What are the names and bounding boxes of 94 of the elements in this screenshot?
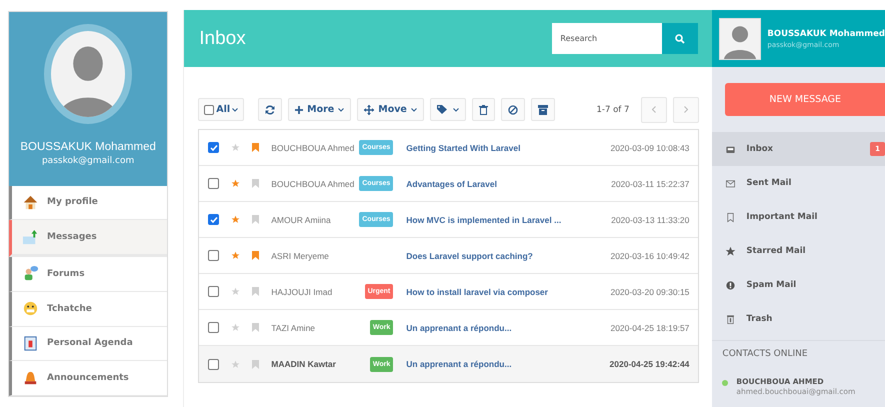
- page-title: Inbox: [199, 28, 246, 50]
- checkbox[interactable]: [208, 286, 220, 297]
- message-subject[interactable]: Un apprenant a répondu...: [406, 359, 592, 369]
- bookmark-icon[interactable]: [252, 251, 260, 260]
- star-icon[interactable]: [231, 287, 240, 296]
- contacts-heading: CONTACTS ONLINE: [712, 340, 885, 363]
- message-subject[interactable]: How to install laravel via composer: [406, 286, 592, 296]
- message-subject[interactable]: Getting Started With Laravel: [406, 142, 592, 152]
- checkbox[interactable]: [208, 142, 220, 153]
- star-icon[interactable]: [231, 251, 240, 260]
- folder-item[interactable]: Sent Mail: [712, 166, 885, 200]
- refresh-icon: [265, 104, 276, 114]
- bookmark-icon[interactable]: [252, 215, 260, 224]
- bookmark-icon[interactable]: [252, 287, 260, 296]
- delete-button[interactable]: [472, 98, 495, 121]
- sender-name: BOUCHBOUA Ahmed: [271, 178, 356, 188]
- star-icon[interactable]: [231, 143, 240, 152]
- folder-label: Important Mail: [746, 212, 818, 222]
- chevron-right-icon: [684, 106, 688, 113]
- profile-email: passkok@gmail.com: [42, 156, 134, 166]
- spam-button[interactable]: [500, 98, 525, 121]
- sender-name: BOUCHBOUA Ahmed: [271, 142, 356, 152]
- menu-item[interactable]: Announcements: [9, 361, 168, 396]
- tags-icon: [436, 105, 449, 114]
- folder-label: Spam Mail: [746, 280, 796, 290]
- message-date: 2020-03-13 11:33:20: [611, 214, 690, 224]
- folder-label: Sent Mail: [746, 178, 792, 188]
- folder-item[interactable]: Starred Mail: [712, 234, 885, 268]
- bookmark-icon[interactable]: [252, 179, 260, 188]
- caret-icon: [232, 108, 238, 112]
- checkbox[interactable]: [208, 214, 220, 225]
- tags-button[interactable]: [430, 98, 466, 121]
- folder-item[interactable]: Important Mail: [712, 200, 885, 234]
- avatar: [719, 18, 762, 60]
- message-date: 2020-04-25 18:19:57: [610, 322, 690, 332]
- account-name: BOUSSAKUK Mohammed: [767, 28, 885, 38]
- archive-button[interactable]: [530, 98, 555, 121]
- select-all-button[interactable]: All: [198, 98, 244, 121]
- refresh-button[interactable]: [258, 98, 282, 121]
- star-icon[interactable]: [231, 360, 240, 368]
- menu-item[interactable]: Personal Agenda: [9, 326, 168, 362]
- archive-icon: [538, 104, 548, 114]
- caret-icon: [452, 108, 459, 112]
- message-date: 2020-04-25 19:42:44: [610, 359, 690, 369]
- folder-label: Trash: [746, 314, 772, 324]
- bookmark-icon[interactable]: [252, 323, 260, 332]
- menu-item[interactable]: My profile: [9, 186, 168, 220]
- message-date: 2020-03-11 15:22:37: [611, 178, 690, 188]
- checkbox[interactable]: [208, 250, 220, 261]
- caret-icon: [338, 108, 344, 112]
- menu-item[interactable]: Messages: [9, 220, 168, 258]
- star-icon[interactable]: [231, 323, 240, 332]
- checkbox[interactable]: [204, 104, 214, 114]
- move-button[interactable]: Move: [357, 98, 424, 121]
- checkbox[interactable]: [208, 178, 220, 189]
- message-subject[interactable]: Advantages of Laravel: [406, 178, 592, 188]
- message-subject[interactable]: How MVC is implemented in Laravel ...: [406, 214, 592, 224]
- menu-item[interactable]: Forums: [9, 257, 168, 292]
- bookmark-icon[interactable]: [252, 143, 260, 152]
- sender-name: TAZI Amine: [271, 322, 316, 332]
- checkbox[interactable]: [208, 322, 220, 333]
- profile-name: BOUSSAKUK Mohammed: [20, 141, 156, 153]
- folder-item[interactable]: Spam Mail: [712, 268, 885, 302]
- chevron-left-icon: [652, 106, 656, 113]
- caret-icon: [410, 108, 417, 112]
- search-icon: [675, 34, 686, 44]
- folder-label: Inbox: [746, 144, 774, 154]
- star-icon[interactable]: [231, 215, 240, 224]
- previous-button[interactable]: [641, 96, 668, 122]
- checkbox[interactable]: [208, 358, 220, 370]
- message-date: 2020-03-09 10:08:43: [610, 142, 690, 152]
- trash-icon: [478, 104, 488, 114]
- star-icon[interactable]: [231, 179, 240, 188]
- message-subject[interactable]: Does Laravel support caching?: [406, 250, 592, 260]
- folder-label: Starred Mail: [746, 246, 806, 256]
- message-subject[interactable]: Un apprenant a répondu...: [406, 322, 592, 332]
- sender-name: AMOUR Amiina: [271, 214, 332, 224]
- sender-name: ASRI Meryeme: [271, 250, 330, 260]
- menu-item[interactable]: Tchatche: [9, 292, 168, 327]
- sender-name: MAADIN Kawtar: [271, 359, 337, 369]
- pagination-text: 1-7 of 7: [596, 104, 630, 114]
- message-date: 2020-03-16 10:49:42: [610, 250, 690, 260]
- bookmark-icon[interactable]: [252, 360, 260, 368]
- message-date: 2020-03-20 09:30:15: [610, 286, 690, 296]
- sender-name: HAJJOUJI Imad: [271, 286, 334, 296]
- more-button[interactable]: More: [288, 98, 352, 121]
- folder-item[interactable]: Trash: [712, 302, 885, 336]
- next-button[interactable]: [673, 96, 700, 122]
- new-message-button[interactable]: NEW MESSAGE: [725, 83, 885, 116]
- block-icon: [508, 104, 518, 114]
- plus-icon: [295, 106, 304, 114]
- search-field[interactable]: Research: [552, 23, 662, 54]
- move-icon: [364, 104, 374, 114]
- search-button[interactable]: [662, 23, 698, 54]
